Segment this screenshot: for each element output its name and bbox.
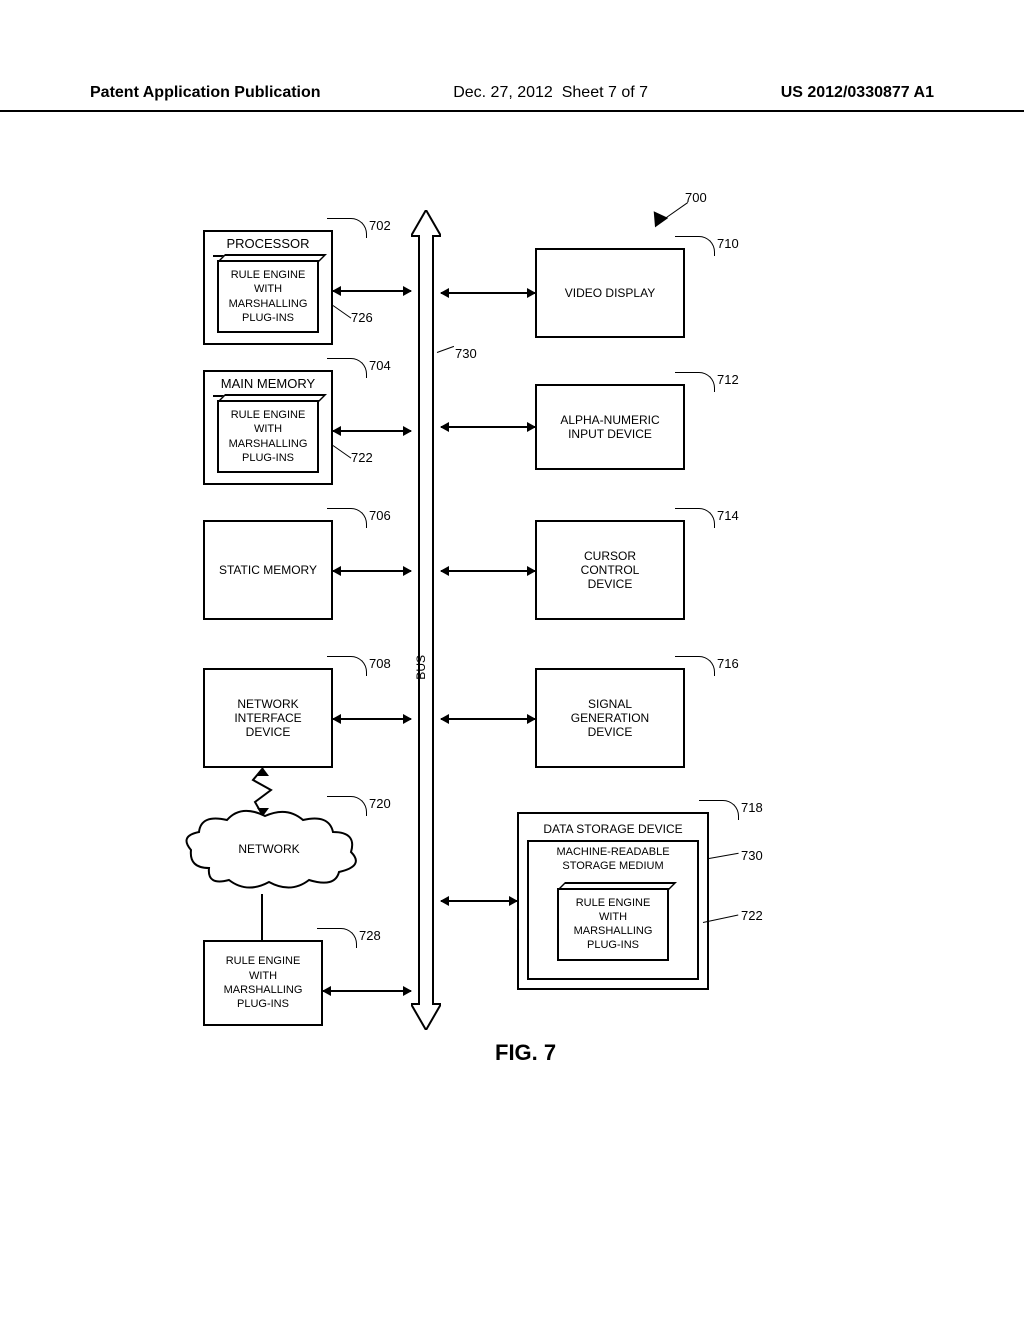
processor-block: PROCESSOR RULE ENGINE WITH MARSHALLING P…	[203, 230, 333, 345]
ref-718-leader	[699, 800, 739, 820]
ref-710-leader	[675, 236, 715, 256]
network-interface-block: NETWORK INTERFACE DEVICE	[203, 668, 333, 768]
arrow-bus-signal	[441, 718, 535, 720]
video-display-block: VIDEO DISPLAY	[535, 248, 685, 338]
arrow-bus-alpha	[441, 426, 535, 428]
data-storage-block: DATA STORAGE DEVICE MACHINE-READABLE STO…	[517, 812, 709, 990]
bus-arrow	[411, 210, 441, 1030]
header-left: Patent Application Publication	[90, 84, 321, 102]
ref-700-leader	[665, 202, 689, 219]
ref-702-leader	[327, 218, 367, 238]
ref-708: 708	[369, 656, 391, 671]
mrsm-block: MACHINE-READABLE STORAGE MEDIUM RULE ENG…	[527, 840, 699, 980]
ref-730b: 730	[741, 848, 763, 863]
ref-702: 702	[369, 218, 391, 233]
ref-726-leader	[333, 305, 352, 318]
arrow-processor-bus	[333, 290, 411, 292]
ref-722a: 722	[351, 450, 373, 465]
header-date: Dec. 27, 2012 Sheet 7 of 7	[453, 84, 648, 102]
ref-706: 706	[369, 508, 391, 523]
ref-704: 704	[369, 358, 391, 373]
link-cloud-728	[261, 894, 263, 940]
arrow-bus-video	[441, 292, 535, 294]
header-pubnum: US 2012/0330877 A1	[781, 84, 934, 102]
arrow-728-bus	[323, 990, 411, 992]
ref-728-leader	[317, 928, 357, 948]
arrow-mainmem-bus	[333, 430, 411, 432]
data-storage-title: DATA STORAGE DEVICE	[543, 820, 682, 840]
static-memory-block: STATIC MEMORY	[203, 520, 333, 620]
arrow-nic-bus	[333, 718, 411, 720]
signal-gen-block: SIGNAL GENERATION DEVICE	[535, 668, 685, 768]
ref-716-leader	[675, 656, 715, 676]
arrow-bus-storage	[441, 900, 517, 902]
video-display-label: VIDEO DISPLAY	[565, 286, 655, 300]
page-header: Patent Application Publication Dec. 27, …	[0, 84, 1024, 112]
alpha-numeric-label: ALPHA-NUMERIC INPUT DEVICE	[560, 413, 659, 441]
ref-716: 716	[717, 656, 739, 671]
signal-gen-label: SIGNAL GENERATION DEVICE	[571, 697, 649, 739]
ref-714-leader	[675, 508, 715, 528]
ref-722a-leader	[333, 445, 352, 458]
ref-726: 726	[351, 310, 373, 325]
network-interface-label: NETWORK INTERFACE DEVICE	[234, 697, 301, 739]
ref-704-leader	[327, 358, 367, 378]
main-memory-rule-engine: RULE ENGINE WITH MARSHALLING PLUG-INS	[217, 400, 319, 473]
ref-714: 714	[717, 508, 739, 523]
ref-706-leader	[327, 508, 367, 528]
arrow-static-bus	[333, 570, 411, 572]
static-memory-label: STATIC MEMORY	[219, 563, 317, 577]
ref-730b-leader	[709, 853, 739, 859]
ref-708-leader	[327, 656, 367, 676]
ref-730a: 730	[455, 346, 477, 361]
arrow-bus-cursor	[441, 570, 535, 572]
bus-label: BUS	[414, 655, 428, 680]
figure-7-diagram: BUS 700 PROCESSOR RULE ENGINE WITH MARSH…	[155, 200, 795, 1070]
ref-718: 718	[741, 800, 763, 815]
ref-728: 728	[359, 928, 381, 943]
main-memory-block: MAIN MEMORY RULE ENGINE WITH MARSHALLING…	[203, 370, 333, 485]
figure-label: FIG. 7	[495, 1040, 556, 1066]
ref-700-arrowhead	[648, 211, 668, 230]
alpha-numeric-block: ALPHA-NUMERIC INPUT DEVICE	[535, 384, 685, 470]
processor-rule-engine: RULE ENGINE WITH MARSHALLING PLUG-INS	[217, 260, 319, 333]
ref-710: 710	[717, 236, 739, 251]
ref-720-leader	[327, 796, 367, 816]
network-cloud-label: NETWORK	[179, 842, 359, 856]
ref-712-leader	[675, 372, 715, 392]
mrsm-rule-engine: RULE ENGINE WITH MARSHALLING PLUG-INS	[557, 888, 669, 961]
cursor-control-label: CURSOR CONTROL DEVICE	[581, 549, 640, 591]
ref-722b: 722	[741, 908, 763, 923]
network-cloud: NETWORK	[179, 808, 369, 903]
mrsm-title: MACHINE-READABLE STORAGE MEDIUM	[556, 846, 669, 878]
ref-712: 712	[717, 372, 739, 387]
cursor-control-block: CURSOR CONTROL DEVICE	[535, 520, 685, 620]
rule-engine-728-block: RULE ENGINE WITH MARSHALLING PLUG-INS	[203, 940, 323, 1026]
rule-engine-728-label: RULE ENGINE WITH MARSHALLING PLUG-INS	[224, 954, 303, 1011]
ref-720: 720	[369, 796, 391, 811]
